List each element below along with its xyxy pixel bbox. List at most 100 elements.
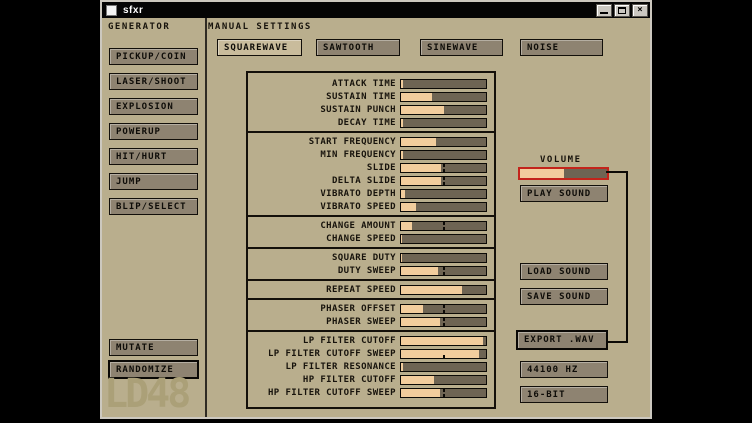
slider-group: PHASER OFFSET PHASER SWEEP [248,300,494,332]
slider-label: DECAY TIME [248,118,400,128]
slider-label: MIN FREQUENCY [248,150,400,160]
slider-fill [401,138,436,146]
slider-lp-filter-cutoff[interactable] [400,336,487,346]
slider-fill [401,80,403,88]
slider-label: START FREQUENCY [248,137,400,147]
slider-hp-filter-cutoff-sweep[interactable] [400,388,487,398]
generator-blip-select-button[interactable]: BLIP/SELECT [109,198,198,215]
slider-group: REPEAT SPEED [248,281,494,300]
slider-label: CHANGE AMOUNT [248,221,400,231]
slider-delta-slide[interactable] [400,176,487,186]
slider-slide[interactable] [400,163,487,173]
slider-repeat-speed[interactable] [400,285,487,295]
load-sound-button[interactable]: LOAD SOUND [520,263,608,280]
volume-label: VOLUME [540,155,582,165]
slider-label: VIBRATO DEPTH [248,189,400,199]
slider-fill [401,350,479,358]
slider-label: LP FILTER CUTOFF SWEEP [248,349,400,359]
wave-sinewave-button[interactable]: SINEWAVE [420,39,503,56]
bit-depth-button[interactable]: 16-BIT [520,386,608,403]
volume-fill [520,169,564,178]
sample-rate-button[interactable]: 44100 HZ [520,361,608,378]
manual-settings-heading: MANUAL SETTINGS [208,22,312,32]
export-wav-button[interactable]: EXPORT .WAV [516,330,608,350]
slider-decay-time[interactable] [400,118,487,128]
slider-lp-filter-resonance[interactable] [400,362,487,372]
slider-sustain-time[interactable] [400,92,487,102]
slider-row-lp-filter-cutoff-sweep: LP FILTER CUTOFF SWEEP [248,347,494,360]
slider-change-speed[interactable] [400,234,487,244]
slider-attack-time[interactable] [400,79,487,89]
maximize-button-icon[interactable] [614,4,630,17]
slider-fill [401,318,440,326]
slider-fill [401,151,403,159]
slider-phaser-sweep[interactable] [400,317,487,327]
slider-label: HP FILTER CUTOFF [248,375,400,385]
slider-fill [401,389,440,397]
slider-vibrato-depth[interactable] [400,189,487,199]
slider-lp-filter-cutoff-sweep[interactable] [400,349,487,359]
generator-laser-shoot-button[interactable]: LASER/SHOOT [109,73,198,90]
slider-row-hp-filter-cutoff: HP FILTER CUTOFF [248,373,494,386]
slider-row-vibrato-depth: VIBRATO DEPTH [248,187,494,200]
slider-row-phaser-sweep: PHASER SWEEP [248,315,494,328]
close-button-icon[interactable]: × [632,4,648,17]
minimize-button-icon[interactable] [596,4,612,17]
slider-fill [401,164,441,172]
generator-jump-button[interactable]: JUMP [109,173,198,190]
slider-row-lp-filter-resonance: LP FILTER RESONANCE [248,360,494,373]
generator-powerup-button[interactable]: POWERUP [109,123,198,140]
sidebar-divider [205,18,207,417]
slider-label: PHASER SWEEP [248,317,400,327]
slider-hp-filter-cutoff[interactable] [400,375,487,385]
wave-noise-button[interactable]: NOISE [520,39,603,56]
slider-label: LP FILTER RESONANCE [248,362,400,372]
slider-fill [401,106,444,114]
slider-row-decay-time: DECAY TIME [248,116,494,129]
wave-sawtooth-button[interactable]: SAWTOOTH [316,39,400,56]
wave-squarewave-button[interactable]: SQUAREWAVE [217,39,302,56]
slider-label: SQUARE DUTY [248,253,400,263]
titlebar[interactable]: sfxr × [102,2,650,18]
slider-min-frequency[interactable] [400,150,487,160]
slider-phaser-offset[interactable] [400,304,487,314]
slider-fill [401,376,434,384]
slider-group: START FREQUENCYMIN FREQUENCYSLIDEDELTA S… [248,133,494,217]
play-sound-button[interactable]: PLAY SOUND [520,185,608,202]
window-controls: × [596,4,648,17]
slider-fill [401,93,432,101]
generator-hit-hurt-button[interactable]: HIT/HURT [109,148,198,165]
save-sound-button[interactable]: SAVE SOUND [520,288,608,305]
slider-row-sustain-time: SUSTAIN TIME [248,90,494,103]
slider-square-duty[interactable] [400,253,487,263]
slider-sustain-punch[interactable] [400,105,487,115]
slider-label: PHASER OFFSET [248,304,400,314]
slider-row-repeat-speed: REPEAT SPEED [248,283,494,296]
mutate-button[interactable]: MUTATE [109,339,198,356]
generator-heading: GENERATOR [108,22,170,32]
slider-label: REPEAT SPEED [248,285,400,295]
slider-fill [401,286,462,294]
slider-change-amount[interactable] [400,221,487,231]
slider-fill [401,119,403,127]
generator-explosion-button[interactable]: EXPLOSION [109,98,198,115]
slider-row-vibrato-speed: VIBRATO SPEED [248,200,494,213]
slider-vibrato-speed[interactable] [400,202,487,212]
slider-label: SUSTAIN PUNCH [248,105,400,115]
generator-pickup-coin-button[interactable]: PICKUP/COIN [109,48,198,65]
slider-start-frequency[interactable] [400,137,487,147]
slider-fill [401,222,412,230]
volume-slider[interactable] [518,167,609,180]
window-title: sfxr [123,5,143,16]
slider-fill [401,305,423,313]
slider-label: HP FILTER CUTOFF SWEEP [248,388,400,398]
slider-row-square-duty: SQUARE DUTY [248,251,494,264]
slider-fill [401,267,438,275]
slider-row-delta-slide: DELTA SLIDE [248,174,494,187]
slider-fill [401,235,402,243]
slider-fill [401,363,403,371]
slider-row-start-frequency: START FREQUENCY [248,135,494,148]
slider-duty-sweep[interactable] [400,266,487,276]
slider-group: ATTACK TIMESUSTAIN TIMESUSTAIN PUNCHDECA… [248,75,494,133]
screen: sfxr × GENERATOR PICKUP/COIN LASER/SHOOT E… [0,0,752,423]
